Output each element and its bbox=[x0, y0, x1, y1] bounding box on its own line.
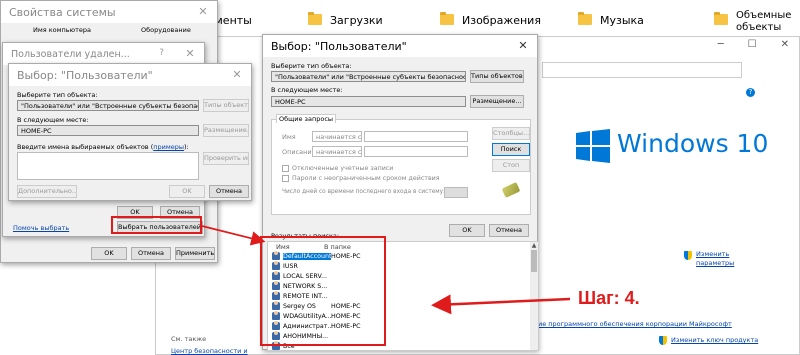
annotation-arrows bbox=[201, 225, 571, 315]
step-annotation: Шаг: 4. bbox=[578, 288, 640, 308]
